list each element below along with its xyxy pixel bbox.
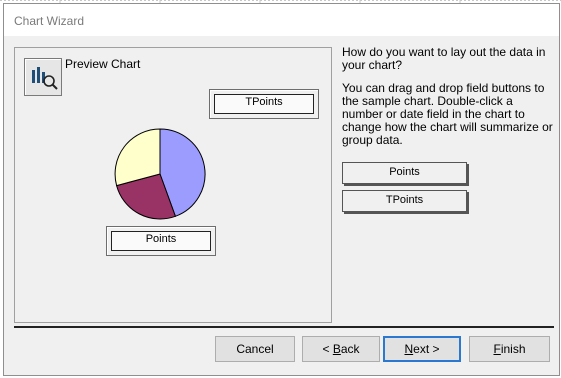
finish-button[interactable]: Finish bbox=[469, 336, 550, 362]
next-button[interactable]: Next > bbox=[383, 336, 461, 362]
drag-drop-help: You can drag and drop field buttons to t… bbox=[342, 81, 553, 147]
next-label-rest: ext > bbox=[413, 342, 440, 356]
instructions: How do you want to lay out the data in y… bbox=[342, 46, 554, 157]
next-mnemonic: N bbox=[404, 342, 414, 356]
chart-wizard-dialog: Chart Wizard Preview Chart TPoints Point… bbox=[3, 3, 560, 376]
category-field-label: Points bbox=[111, 231, 211, 251]
back-prefix: < bbox=[322, 342, 333, 356]
back-button[interactable]: < Back bbox=[302, 336, 380, 362]
cancel-button[interactable]: Cancel bbox=[215, 336, 295, 362]
title-bar: Chart Wizard bbox=[4, 4, 559, 36]
field-button-points[interactable]: Points bbox=[342, 162, 467, 184]
preview-chart-panel: Preview Chart TPoints Points bbox=[14, 47, 332, 323]
button-separator bbox=[14, 326, 554, 328]
layout-question: How do you want to lay out the data in y… bbox=[342, 45, 546, 72]
pie-chart bbox=[114, 128, 206, 220]
finish-mnemonic: F bbox=[493, 342, 501, 356]
series-field-label: TPoints bbox=[214, 94, 314, 114]
back-label-rest: ack bbox=[340, 342, 360, 356]
series-drop-zone[interactable]: TPoints bbox=[209, 89, 319, 119]
preview-chart-label: Preview Chart bbox=[65, 57, 141, 71]
dialog-title: Chart Wizard bbox=[14, 14, 85, 28]
chart-zoom-icon[interactable] bbox=[24, 58, 62, 96]
field-button-tpoints[interactable]: TPoints bbox=[342, 190, 467, 212]
back-mnemonic: B bbox=[332, 342, 341, 356]
category-drop-zone[interactable]: Points bbox=[106, 226, 216, 256]
finish-label-rest: inish bbox=[500, 342, 526, 356]
